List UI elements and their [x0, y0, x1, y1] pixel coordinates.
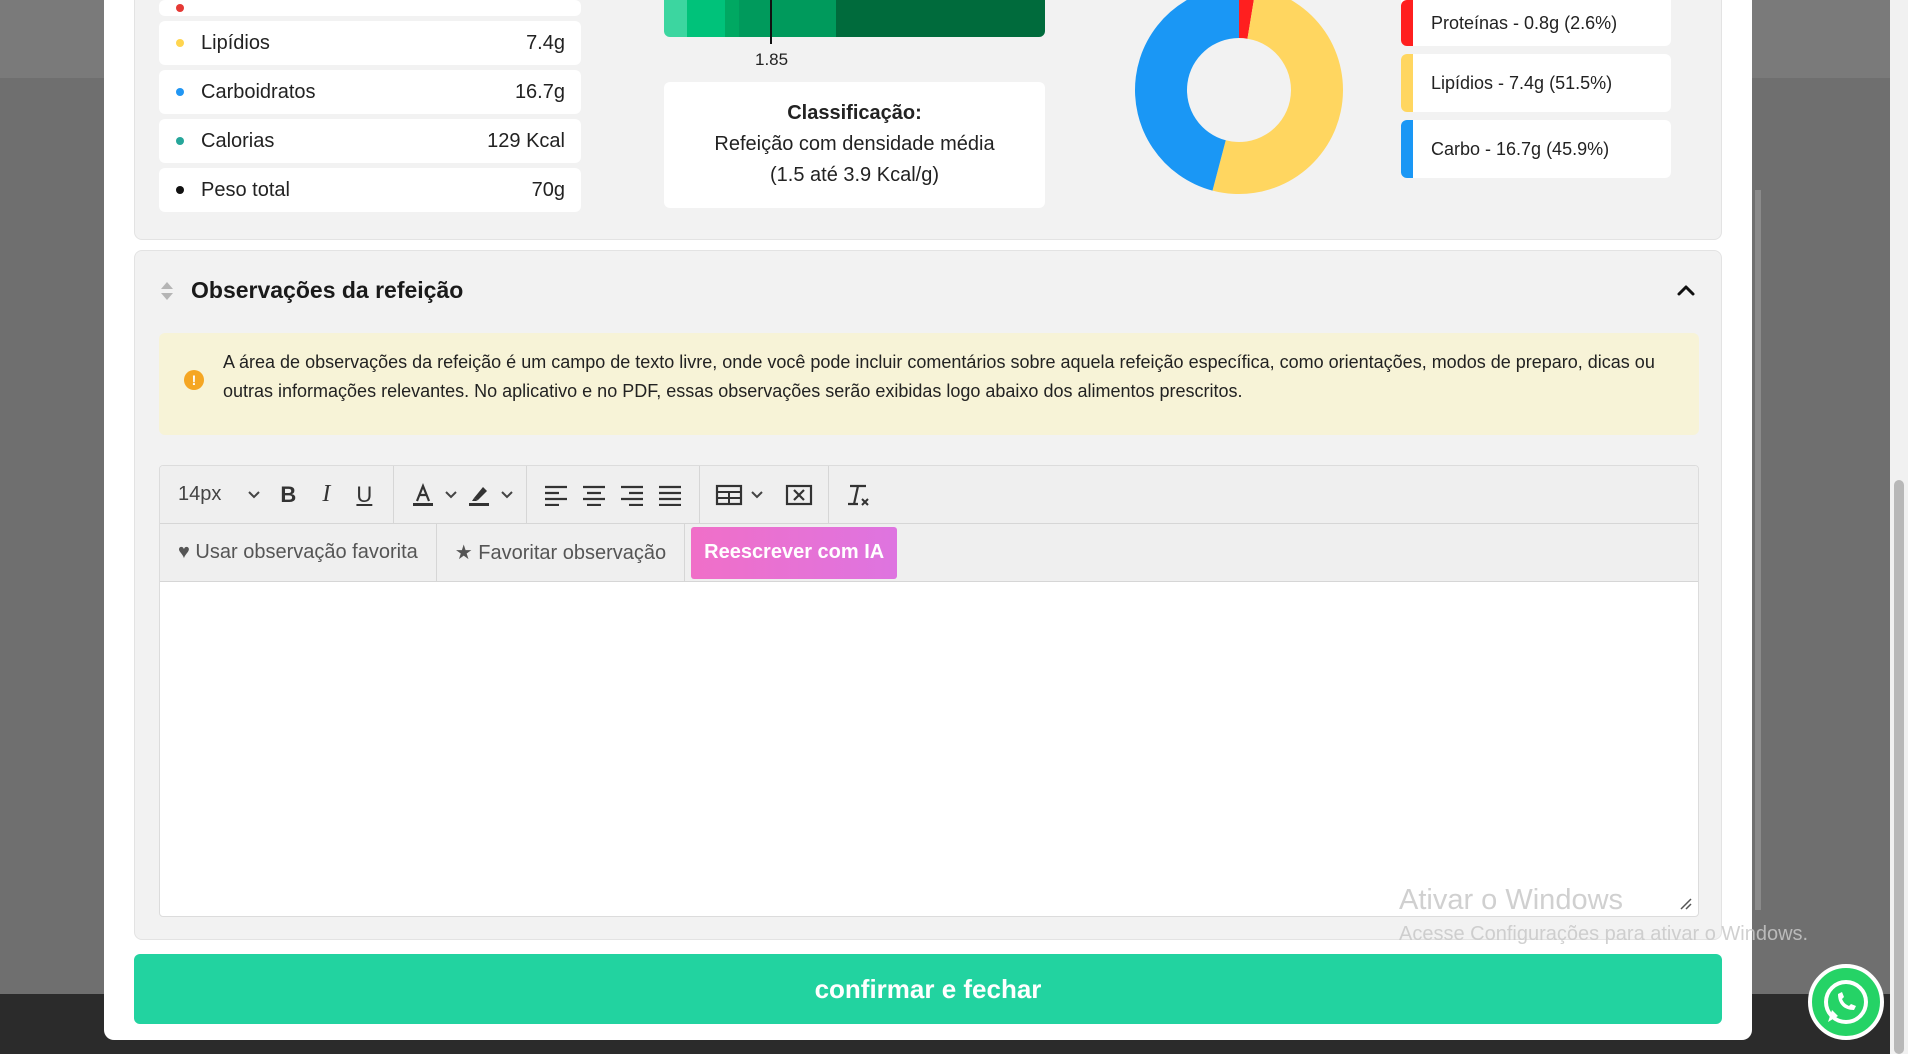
use-favorite-observation-button[interactable]: ♥ Usar observação favorita	[160, 523, 437, 582]
density-segment	[687, 0, 725, 37]
macro-list: Lipídios 7.4g Carboidratos 16.7g Caloria…	[159, 0, 581, 217]
scrollbar-thumb[interactable]	[1894, 480, 1904, 1054]
macro-dot	[176, 4, 184, 12]
text-color-icon	[413, 482, 434, 506]
windows-activation-watermark: Ativar o Windows Acesse Configurações pa…	[1399, 884, 1808, 946]
legend-label: Carbo - 16.7g (45.9%)	[1431, 138, 1610, 159]
classification-range: (1.5 até 3.9 Kcal/g)	[770, 164, 939, 186]
chevron-down-icon[interactable]	[748, 486, 766, 504]
chart-legend: Proteínas - 0.8g (2.6%) Lipídios - 7.4g …	[1401, 0, 1671, 186]
chevron-down-icon[interactable]	[442, 486, 460, 504]
macro-dot	[176, 137, 184, 145]
macro-name: Peso total	[201, 178, 290, 201]
legend-item-carbs: Carbo - 16.7g (45.9%)	[1401, 120, 1671, 178]
watermark-subtitle: Acesse Configurações para ativar o Windo…	[1399, 923, 1809, 945]
font-size-group: 14px B I U	[160, 466, 395, 524]
whatsapp-icon	[1824, 980, 1868, 1024]
text-color-button[interactable]	[404, 475, 442, 515]
legend-item-protein: Proteínas - 0.8g (2.6%)	[1401, 0, 1671, 46]
macro-row-carbs: Carboidratos 16.7g	[159, 70, 581, 114]
macro-name: Carboidratos	[201, 80, 316, 103]
legend-swatch	[1401, 0, 1413, 46]
legend-label: Proteínas - 0.8g (2.6%)	[1431, 12, 1618, 33]
align-center-icon	[583, 485, 606, 506]
density-segment	[836, 0, 1045, 37]
align-center-button[interactable]	[575, 475, 613, 515]
macro-value: 7.4g	[526, 31, 565, 54]
density-segment	[739, 0, 836, 37]
insert-table-button[interactable]	[710, 475, 748, 515]
observations-info-text: A área de observações da refeição é um c…	[223, 352, 1655, 401]
legend-swatch	[1401, 120, 1413, 178]
observation-editor: 14px B I U ♥ Usar observação favorita ★ …	[159, 465, 1699, 917]
macro-dot	[176, 186, 184, 194]
observations-header[interactable]: Observações da refeição	[135, 251, 1721, 331]
macro-row-protein	[159, 0, 581, 16]
legend-item-lipids: Lipídios - 7.4g (51.5%)	[1401, 54, 1671, 112]
remove-table-button[interactable]	[780, 475, 818, 515]
density-segment	[664, 0, 687, 37]
density-classification: Classificação: Refeição com densidade mé…	[664, 82, 1045, 208]
font-size-value: 14px	[178, 483, 222, 505]
justify-icon	[659, 485, 682, 506]
density-marker	[770, 0, 772, 44]
align-right-icon	[621, 485, 644, 506]
delete-table-icon	[786, 484, 813, 505]
highlighter-icon	[469, 486, 490, 506]
clear-format-icon	[848, 484, 870, 506]
observations-info-box: ! A área de observações da refeição é um…	[159, 333, 1699, 435]
macro-value: 129 Kcal	[487, 129, 565, 152]
chevron-down-icon[interactable]	[498, 486, 516, 504]
watermark-title: Ativar o Windows	[1399, 884, 1624, 916]
macro-name: Calorias	[201, 129, 275, 152]
macro-value: 16.7g	[514, 80, 565, 103]
clear-format-group	[829, 466, 887, 524]
chevron-down-icon[interactable]	[245, 486, 263, 504]
align-left-button[interactable]	[537, 475, 575, 515]
meal-summary-card: Lipídios 7.4g Carboidratos 16.7g Caloria…	[134, 0, 1722, 240]
editor-toolbar: 14px B I U	[160, 466, 1698, 524]
underline-button[interactable]: U	[345, 475, 383, 515]
clear-formatting-button[interactable]	[839, 475, 877, 515]
density-scale-bar	[664, 0, 1045, 37]
favorite-observation-button[interactable]: ★ Favoritar observação	[437, 523, 686, 582]
observations-title: Observações da refeição	[191, 277, 464, 303]
page-scrollbar[interactable]	[1890, 0, 1908, 1054]
legend-label: Lipídios - 7.4g (51.5%)	[1431, 72, 1613, 93]
italic-button[interactable]: I	[307, 475, 345, 515]
info-icon: !	[184, 370, 204, 390]
justify-button[interactable]	[651, 475, 689, 515]
bold-button[interactable]: B	[269, 475, 307, 515]
density-segment	[725, 0, 739, 37]
whatsapp-button[interactable]	[1808, 964, 1884, 1040]
macro-row-lipids: Lipídios 7.4g	[159, 21, 581, 65]
color-group	[394, 466, 528, 524]
observations-panel: Observações da refeição ! A área de obse…	[134, 250, 1722, 940]
macro-dot	[176, 88, 184, 96]
font-size-select[interactable]: 14px	[170, 475, 227, 515]
observation-text-area[interactable]	[160, 582, 1698, 888]
highlight-button[interactable]	[460, 475, 498, 515]
chevron-up-icon[interactable]	[1675, 279, 1697, 301]
macro-row-weight: Peso total 70g	[159, 168, 581, 212]
macro-value: 70g	[531, 178, 565, 201]
macro-row-calories: Calorias 129 Kcal	[159, 119, 581, 163]
classification-description: Refeição com densidade média	[714, 133, 995, 155]
legend-swatch	[1401, 54, 1413, 112]
density-marker-value: 1.85	[755, 50, 789, 69]
classification-title: Classificação:	[787, 102, 922, 124]
macro-dot	[176, 39, 184, 47]
align-right-button[interactable]	[613, 475, 651, 515]
background-panel-edge	[1755, 190, 1761, 910]
macro-name: Lipídios	[201, 31, 270, 54]
editor-action-row: ♥ Usar observação favorita ★ Favoritar o…	[160, 523, 1698, 582]
align-left-icon	[545, 485, 568, 506]
rewrite-with-ai-button[interactable]: Reescrever com IA	[691, 526, 898, 579]
confirm-and-close-button[interactable]: confirmar e fechar	[134, 954, 1722, 1024]
table-icon	[716, 484, 743, 505]
macro-donut-chart	[1135, 0, 1343, 194]
alignment-group	[527, 466, 701, 524]
drag-handle-icon[interactable]	[159, 280, 175, 302]
insert-group	[700, 466, 830, 524]
